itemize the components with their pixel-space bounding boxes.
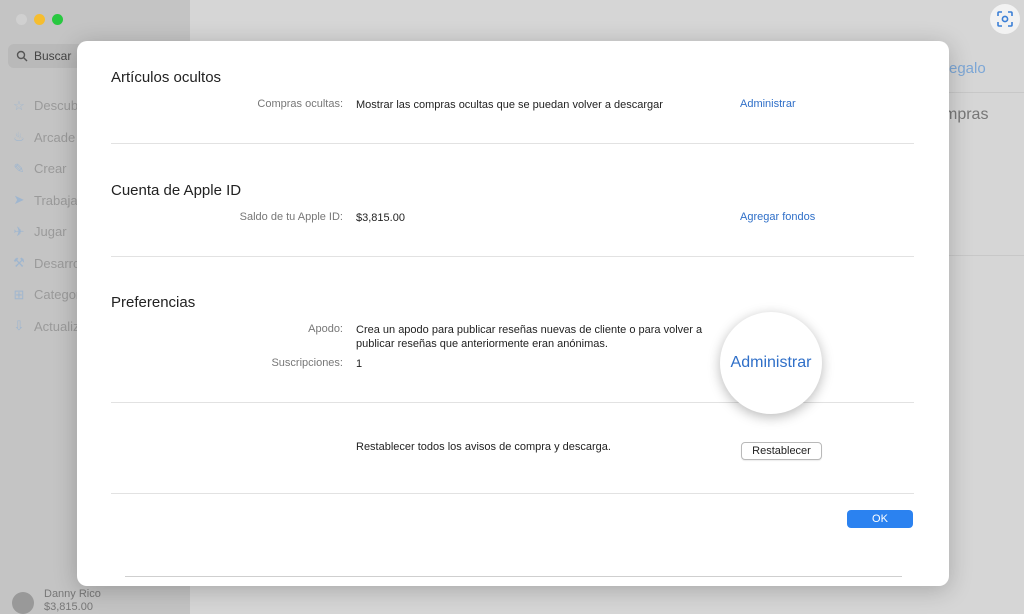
- hidden-purchases-label: Compras ocultas:: [257, 98, 343, 110]
- search-placeholder: Buscar: [34, 49, 72, 63]
- section-title-preferences: Preferencias: [111, 294, 196, 311]
- section-title-hidden-items: Artículos ocultos: [111, 69, 222, 86]
- reset-button[interactable]: Restablecer: [741, 442, 822, 460]
- download-icon: ⇩: [13, 318, 25, 334]
- grid-icon: ⊞: [13, 286, 25, 302]
- account-button[interactable]: Danny Rico $3,815.00: [12, 588, 101, 614]
- hammer-icon: ⚒: [13, 255, 25, 271]
- sidebar-item-label: Trabajar: [34, 192, 82, 208]
- account-name: Danny Rico: [44, 588, 101, 600]
- divider: [111, 493, 914, 494]
- nickname-description-line: Crea un apodo para publicar reseñas nuev…: [356, 324, 703, 336]
- gift-link[interactable]: regalo: [944, 60, 986, 77]
- apple-id-balance-value: $3,815.00: [356, 212, 405, 224]
- divider: [944, 92, 1024, 93]
- hidden-purchases-value: Mostrar las compras ocultas que se pueda…: [356, 99, 663, 111]
- manage-subscriptions-link[interactable]: Administrar: [720, 312, 822, 414]
- divider: [125, 576, 902, 577]
- minimize-window-button[interactable]: [34, 14, 45, 25]
- divider: [944, 255, 1024, 256]
- avatar: [12, 592, 34, 614]
- subscriptions-label: Suscripciones:: [271, 357, 343, 369]
- ok-button[interactable]: OK: [847, 510, 913, 528]
- window-controls: [16, 14, 63, 25]
- purchases-heading: mpras: [944, 106, 989, 123]
- close-window-button[interactable]: [16, 14, 27, 25]
- screenshot-icon: [997, 11, 1013, 27]
- sidebar-item-label: Arcade: [34, 129, 76, 145]
- reset-warnings-text: Restablecer todos los avisos de compra y…: [356, 441, 611, 453]
- maximize-window-button[interactable]: [52, 14, 63, 25]
- nickname-label: Apodo:: [308, 323, 343, 335]
- sidebar-item-label: Jugar: [34, 224, 67, 240]
- apple-id-balance-label: Saldo de tu Apple ID:: [239, 211, 343, 223]
- star-icon: ☆: [13, 97, 25, 113]
- paper-plane-icon: ➤: [13, 192, 25, 208]
- account-settings-dialog: Artículos ocultos Compras ocultas: Mostr…: [77, 41, 949, 586]
- manage-hidden-purchases-link[interactable]: Administrar: [740, 98, 796, 110]
- nickname-description: Crea un apodo para publicar reseñas nuev…: [356, 323, 702, 351]
- brush-icon: ✎: [13, 160, 25, 176]
- sidebar-item-label: Crear: [34, 161, 67, 177]
- section-title-apple-id: Cuenta de Apple ID: [111, 182, 242, 199]
- rocket-icon: ✈: [13, 223, 25, 239]
- divider: [111, 256, 914, 257]
- screenshot-button[interactable]: [990, 4, 1020, 34]
- joystick-icon: ♨: [13, 129, 25, 145]
- nickname-description-line: publicar reseñas que anteriormente eran …: [356, 338, 608, 350]
- add-funds-link[interactable]: Agregar fondos: [740, 211, 815, 223]
- search-icon: [16, 50, 28, 62]
- subscriptions-value: 1: [356, 358, 363, 370]
- account-balance: $3,815.00: [44, 601, 93, 613]
- divider: [111, 143, 914, 144]
